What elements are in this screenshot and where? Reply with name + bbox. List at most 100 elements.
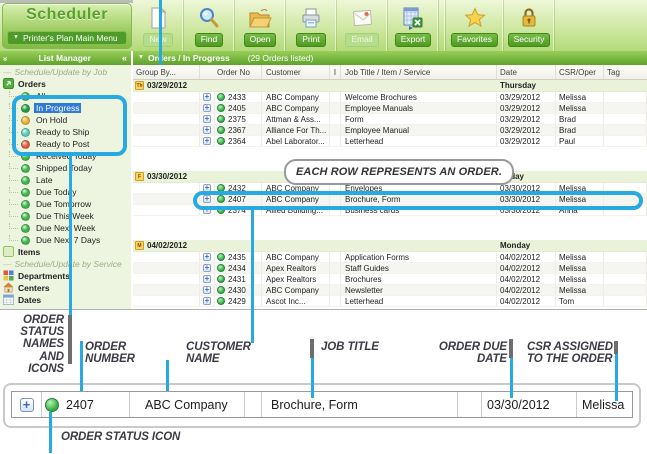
- column-header-tag[interactable]: Tag: [604, 65, 647, 79]
- csr-cell: Melissa: [556, 263, 604, 273]
- email-button-label: Email: [345, 33, 379, 47]
- main-menu-button[interactable]: ▼ Printer's Plan Main Menu: [7, 31, 127, 45]
- group-row-03-29-2012[interactable]: Th 03/29/2012 Thursday: [133, 80, 647, 92]
- order-status-icon: [217, 115, 225, 123]
- sidebar-item-items[interactable]: Items: [0, 245, 131, 258]
- annotation-bar-job-title: [310, 339, 314, 358]
- status-dot-icon: [21, 163, 30, 173]
- group-cell: [133, 252, 200, 262]
- customer-cell: Attman & Ass...: [262, 114, 330, 124]
- table-row-order-2375[interactable]: +2375 Attman & Ass... Form 03/29/2012 Brad: [133, 114, 647, 125]
- date-cell: 04/02/2012: [497, 252, 556, 262]
- job-title-cell: Form: [341, 114, 497, 124]
- double-chevron-icon[interactable]: »: [1, 56, 10, 59]
- blank-row: [133, 147, 647, 159]
- job-title-cell: Letterhead: [341, 296, 497, 306]
- column-header-customer[interactable]: Customer: [262, 65, 330, 79]
- sidebar-item-due-tomorrow[interactable]: Due Tomorrow: [0, 198, 131, 210]
- column-header-i[interactable]: I: [330, 65, 341, 79]
- job-title-cell: Letterhead: [341, 136, 497, 146]
- security-button[interactable]: Security: [504, 0, 555, 51]
- expand-plus-icon[interactable]: +: [203, 93, 211, 101]
- find-button[interactable]: Find: [184, 0, 235, 51]
- expand-plus-icon[interactable]: +: [203, 104, 211, 112]
- expand-plus-icon[interactable]: +: [203, 126, 211, 134]
- favorites-star-icon: [462, 2, 488, 33]
- sidebar-item-due-next-7-days[interactable]: Due Next 7 Days: [0, 234, 131, 246]
- expand-plus-icon: +: [19, 397, 34, 412]
- customer-cell: ABC Company: [262, 285, 330, 295]
- i-cell: [330, 285, 341, 295]
- expand-plus-icon[interactable]: +: [203, 264, 211, 272]
- table-row-order-2367[interactable]: +2367 Alliance For Th... Employee Manual 03…: [133, 125, 647, 136]
- print-button[interactable]: Print: [286, 0, 337, 51]
- callout-bubble: EACH ROW REPRESENTS AN ORDER.: [284, 159, 514, 185]
- sidebar-item-orders[interactable]: Orders: [0, 77, 131, 90]
- table-row-order-2434[interactable]: +2434 Apex Realtors Staff Guides 04/02/2012…: [133, 263, 647, 274]
- sidebar-item-centers[interactable]: Centers: [0, 281, 131, 294]
- order-no: 2430: [228, 285, 246, 295]
- date-cell: 04/02/2012: [497, 274, 556, 284]
- table-row-order-2431[interactable]: +2431 Apex Realtors Brochures 04/02/2012 Mel…: [133, 274, 647, 285]
- order-no-cell: 2431: [215, 274, 262, 284]
- customer-cell: Abel Laborator...: [262, 136, 330, 146]
- sidebar-item-departments[interactable]: Departments: [0, 269, 131, 282]
- export-button[interactable]: Export: [388, 0, 439, 51]
- sidebar-item-label: Due Next Week: [36, 223, 96, 233]
- expand-plus-icon[interactable]: +: [203, 286, 211, 294]
- table-row-order-2433[interactable]: +2433 ABC Company Welcome Brochures 03/29/2…: [133, 92, 647, 103]
- group-row-04-02-2012[interactable]: M 04/02/2012 Monday: [133, 240, 647, 252]
- annotation-bar-due-date: [509, 339, 513, 358]
- expand-plus-icon[interactable]: +: [203, 275, 211, 283]
- table-row-order-2429[interactable]: +2429 Ascot Inc... Letterhead 04/02/2012 Tom: [133, 296, 647, 307]
- sidebar-item-due-next-week[interactable]: Due Next Week: [0, 222, 131, 234]
- i-cell: [330, 125, 341, 135]
- dropdown-triangle-icon[interactable]: ▼: [138, 55, 144, 61]
- expand-plus-icon[interactable]: +: [203, 115, 211, 123]
- scheduler-title-panel: Scheduler ▼ Printer's Plan Main Menu: [2, 3, 132, 49]
- order-no: 2429: [228, 296, 246, 306]
- sidebar-item-due-this-week[interactable]: Due This Week: [0, 210, 131, 222]
- expand-plus-icon[interactable]: +: [203, 137, 211, 145]
- export-excel-icon: [400, 2, 426, 33]
- magnified-customer: ABC Company: [130, 392, 245, 417]
- table-row-order-2405[interactable]: +2405 ABC Company Employee Manuals 03/29/20…: [133, 103, 647, 114]
- open-folder-icon: [247, 2, 273, 33]
- column-header-order-no[interactable]: Order No: [200, 65, 262, 79]
- column-header-group-by[interactable]: Group By...: [133, 65, 200, 79]
- expand-plus-icon[interactable]: +: [203, 297, 211, 305]
- column-header-date[interactable]: Date: [497, 65, 556, 79]
- sidebar-item-label: Dates: [18, 295, 42, 305]
- csr-cell: Brad: [556, 125, 604, 135]
- tag-cell: [604, 285, 647, 295]
- label-order-status-names: ORDER STATUS NAMES AND ICONS: [20, 314, 64, 375]
- favorites-button[interactable]: Favorites: [446, 0, 504, 51]
- annotation-line-customer-name: [166, 360, 169, 391]
- table-row-order-2364[interactable]: +2364 Abel Laborator... Letterhead 03/29/20…: [133, 136, 647, 147]
- sidebar-item-late[interactable]: Late: [0, 174, 131, 186]
- table-row-order-2430[interactable]: +2430 ABC Company Newsletter 04/02/2012 Meli…: [133, 285, 647, 296]
- label-order-number: ORDER NUMBER: [85, 341, 135, 366]
- order-no: 2433: [228, 92, 246, 102]
- job-title-cell: Staff Guides: [341, 263, 497, 273]
- sidebar-item-label: Shipped Today: [36, 163, 93, 173]
- open-button[interactable]: Open: [235, 0, 286, 51]
- table-row-order-2435[interactable]: +2435 ABC Company Application Forms 04/02/2…: [133, 252, 647, 263]
- group-cell: [133, 183, 200, 193]
- expand-plus-icon[interactable]: +: [203, 253, 211, 261]
- security-button-label: Security: [507, 33, 551, 47]
- annotation-line-job-title: [311, 358, 314, 398]
- email-button[interactable]: Email: [337, 0, 388, 51]
- column-header-csr[interactable]: CSR/Oper: [556, 65, 604, 79]
- collapse-panel-icon[interactable]: «: [122, 53, 127, 63]
- column-header-job-title[interactable]: Job Title / Item / Service: [341, 65, 497, 79]
- sidebar-item-due-today[interactable]: Due Today: [0, 186, 131, 198]
- label-order-status-icon: ORDER STATUS ICON: [61, 431, 181, 443]
- sidebar-item-dates[interactable]: Dates: [0, 294, 131, 306]
- order-no-cell: 2430: [215, 285, 262, 295]
- sidebar-item-shipped-today[interactable]: Shipped Today: [0, 162, 131, 174]
- order-no: 2367: [228, 125, 246, 135]
- expand-cell: +: [200, 285, 215, 295]
- group-cell: [133, 125, 200, 135]
- annotation-line-row-2407: [251, 210, 254, 343]
